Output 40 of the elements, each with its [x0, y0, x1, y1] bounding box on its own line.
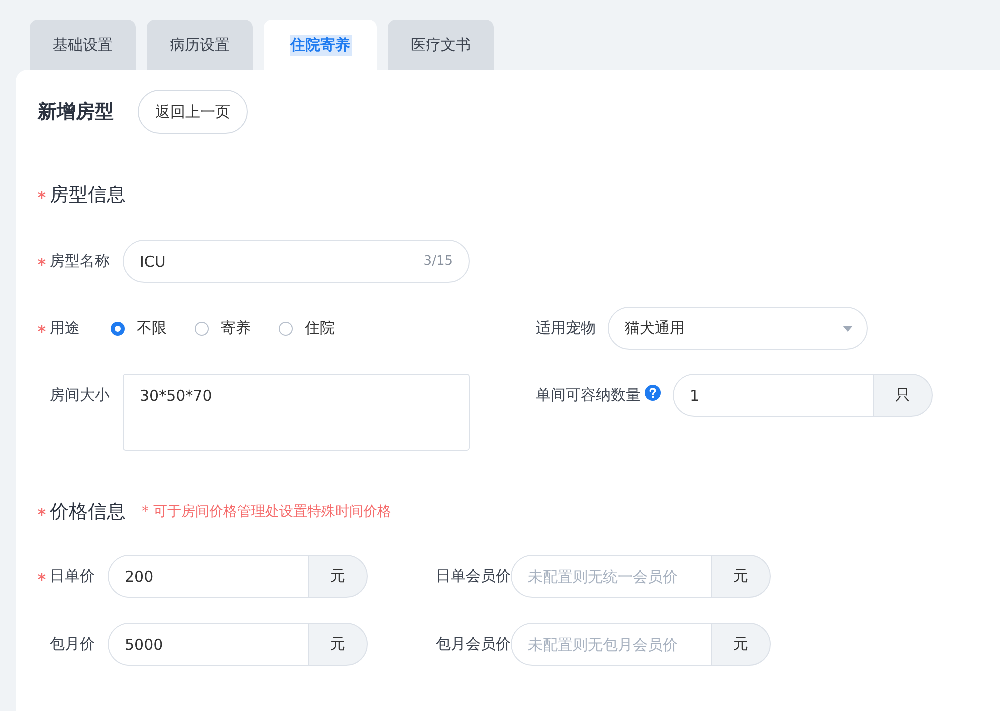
caret-icon	[843, 326, 853, 332]
field-label: 房型信息	[50, 183, 126, 208]
field-label: 日单会员价	[436, 567, 511, 586]
hint-text: * 可于房间价格管理处设置特殊时间价格	[142, 503, 392, 521]
character-counter: 3/15	[424, 254, 453, 269]
radio-button[interactable]	[195, 322, 209, 336]
input-field[interactable]: 5000	[108, 623, 308, 666]
tab[interactable]: 基础设置	[30, 20, 136, 70]
field-label: 用途	[50, 319, 80, 338]
tab[interactable]: 医疗文书	[388, 20, 494, 70]
unit-label: 元	[308, 555, 368, 598]
field-label: 适用宠物	[536, 319, 596, 338]
radio-button[interactable]	[111, 322, 125, 336]
back-button[interactable]: 返回上一页	[138, 90, 248, 134]
tab[interactable]: 病历设置	[147, 20, 253, 70]
field-label: 包月会员价	[436, 635, 511, 654]
radio-label[interactable]: 不限	[137, 319, 167, 338]
radio-button[interactable]	[279, 322, 293, 336]
field-label: 房间大小	[50, 386, 110, 405]
unit-label: 元	[308, 623, 368, 666]
field-label: 包月价	[50, 635, 95, 654]
radio-label[interactable]: 住院	[305, 319, 335, 338]
input-field[interactable]: 200	[108, 555, 308, 598]
input-field[interactable]: 未配置则无统一会员价	[511, 555, 711, 598]
radio-label[interactable]: 寄养	[221, 319, 251, 338]
page-title: 新增房型	[38, 100, 114, 125]
text-area[interactable]: 30*50*70	[123, 374, 470, 451]
field-label: 价格信息	[50, 500, 126, 525]
input-field[interactable]: 未配置则无包月会员价	[511, 623, 711, 666]
select-field[interactable]: 猫犬通用	[608, 307, 868, 350]
input-field[interactable]: 1	[673, 374, 873, 417]
unit-label: 元	[711, 623, 771, 666]
field-label: 房型名称	[50, 252, 110, 271]
text-input[interactable]: ICU 3/15	[123, 240, 470, 283]
field-label: 日单价	[50, 567, 95, 586]
unit-label: 元	[711, 555, 771, 598]
help-icon[interactable]	[645, 384, 661, 400]
unit-label: 只	[873, 374, 933, 417]
field-label: 单间可容纳数量	[536, 386, 641, 405]
input-value: ICU	[140, 252, 166, 270]
